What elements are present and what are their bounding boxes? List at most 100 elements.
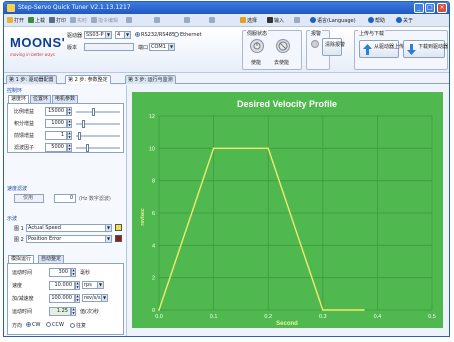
integral-gain-input[interactable]: 1000 [45,119,67,128]
protocol-ethernet-radio[interactable]: Ethernet [174,32,202,38]
trace-1-color-swatch[interactable] [115,224,122,231]
velocity-unit-select[interactable]: rps ▼ [82,281,104,289]
slider-knob[interactable] [78,132,81,140]
move-time-stepper[interactable]: ▲ ▼ [71,268,76,277]
feedforward-gain-input[interactable]: 1 [45,131,67,140]
disable-label: 去使能 [274,60,290,66]
accel-stepper[interactable]: ▲ ▼ [75,294,80,303]
toolbar-dim-5[interactable] [294,17,301,25]
trace-1-label: 图 1 [14,226,24,232]
toolbar-command-button[interactable]: 指令编辑 [91,17,118,25]
toolbar-upload-button[interactable]: 上载 [28,17,45,25]
toolbar-select-button[interactable]: 选择 [240,17,257,25]
tab-run-monitor[interactable]: 第 3 步: 运行与监测 [125,75,176,84]
direction-both-radio[interactable]: 往复 [70,322,86,329]
protocol-rs-radio[interactable]: RS232/RS485 [135,32,175,38]
tab-position-loop[interactable]: 位置环 [30,95,52,103]
y-tick-label: 12 [149,114,155,120]
accel-unit-select[interactable]: rev/s/s ▼ [82,294,108,302]
help-icon [368,17,374,23]
minimize-button[interactable]: _ [414,3,424,13]
drive-label: 驱动器 [67,33,83,39]
clear-alarm-button[interactable]: 清除报警 [322,38,345,56]
toolbar-dim-4[interactable] [209,17,216,25]
tab-simulated-run[interactable]: 模拟运行 [8,255,35,263]
close-button[interactable]: × [437,3,447,13]
connection-header: MOONS' moving in better ways 驱动器 SS03-P ▼… [4,27,449,73]
move-time-input[interactable]: 300 [49,268,71,277]
y-tick-label: 2 [152,276,155,282]
feedforward-gain-stepper[interactable]: ▲ ▼ [67,131,72,140]
tab-drive-config[interactable]: 第 1 步: 驱动器配置 [6,75,57,84]
x-tick-label: 0.5 [428,314,436,320]
toolbar-about-button[interactable]: 关于 [396,17,413,25]
slider-knob[interactable] [82,120,85,128]
title-bar: Step-Servo Quick Tuner V2.1.13.1217 _ □ … [4,2,449,14]
toolbar-input-button[interactable]: 输入 [267,17,284,25]
arrow-down-icon [407,44,416,55]
disable-button[interactable] [276,39,290,53]
app-window: Step-Servo Quick Tuner V2.1.13.1217 _ □ … [3,1,450,337]
toolbar-help-button[interactable]: 帮助 [368,17,385,25]
proportional-gain-slider[interactable] [76,108,120,116]
y-tick-label: 10 [149,146,155,152]
radio-icon [46,322,51,327]
toolbar-language-button[interactable]: 语言(Language) [310,17,356,25]
tab-velocity-loop[interactable]: 速度环 [8,95,30,103]
tab-auto-tune[interactable]: 自动整定 [38,255,65,263]
version-field [84,43,134,51]
run-time-input[interactable]: 1.25 [49,307,71,316]
tab-parameter-tuning[interactable]: 第 2 步: 参数整定 [65,75,111,84]
x-tick-label: 0.2 [264,314,272,320]
integral-gain-slider[interactable] [76,120,120,128]
toolbar-dim-2[interactable] [154,17,161,25]
run-time-stepper[interactable]: ▲ ▼ [71,307,76,316]
toolbar-monitor-button[interactable]: 实时 [70,17,87,25]
trace-2-select[interactable]: Position Error ▼ [26,235,112,243]
download-to-drive-button[interactable]: 下载到驱动器 [403,40,448,58]
motion-label: 运动时间 [12,270,33,276]
chart-background [132,92,443,328]
filter-factor-stepper[interactable]: ▲ ▼ [67,143,72,152]
tool-icon [126,17,132,23]
tool-icon [154,17,160,23]
accel-input[interactable]: 100.000 [49,294,75,303]
proportional-gain-stepper[interactable]: ▲ ▼ [67,107,72,116]
slider-knob[interactable] [92,108,95,116]
chevron-down-icon: ▼ [101,295,107,301]
feedforward-gain-slider[interactable] [76,132,120,140]
toolbar-dim-3[interactable] [184,17,191,25]
enable-button[interactable] [250,39,264,53]
radio-selected-icon [26,322,31,327]
drive-model-select[interactable]: SS03-P ▼ [84,31,112,39]
motion-label: 加/减速度 [12,296,34,302]
input-icon [267,17,273,23]
drive-suffix-select[interactable]: 4 ▼ [115,31,131,39]
y-tick-label: 0 [152,308,155,314]
toolbar-open-button[interactable]: 打开 [7,17,24,25]
toolbar-print-button[interactable]: 打印 [49,17,66,25]
toolbar-dim-1[interactable] [126,17,133,25]
speed-filter-title: 速度滤波 [7,186,28,192]
speed-filter-input[interactable]: 0 [54,194,76,203]
integral-gain-stepper[interactable]: ▲ ▼ [67,119,72,128]
velocity-stepper[interactable]: ▲ ▼ [75,281,80,290]
proportional-gain-input[interactable]: 15000 [45,107,67,116]
direction-cw-radio[interactable]: CW [26,322,40,328]
tab-motor-params[interactable]: 电机参数 [52,95,79,103]
chevron-down-icon: ▼ [168,44,174,50]
direction-ccw-radio[interactable]: CCW [46,322,64,328]
velocity-input[interactable]: 10.000 [49,281,75,290]
slider-knob[interactable] [86,144,89,152]
param-label: 滤波因子 [14,145,35,151]
trace-2-label: 图 2 [14,237,24,243]
chevron-down-icon: ▼ [105,236,111,242]
upload-from-drive-button[interactable]: 从驱动器上传 [359,40,404,58]
filter-factor-input[interactable]: 5000 [45,143,67,152]
moons-logo: MOONS' [10,35,66,50]
trace-1-select[interactable]: Actual Speed ▼ [26,224,112,232]
maximize-button[interactable]: □ [425,3,435,13]
port-select[interactable]: COM1 ▼ [149,43,175,51]
trace-2-color-swatch[interactable] [115,235,122,242]
filter-factor-slider[interactable] [76,144,120,152]
